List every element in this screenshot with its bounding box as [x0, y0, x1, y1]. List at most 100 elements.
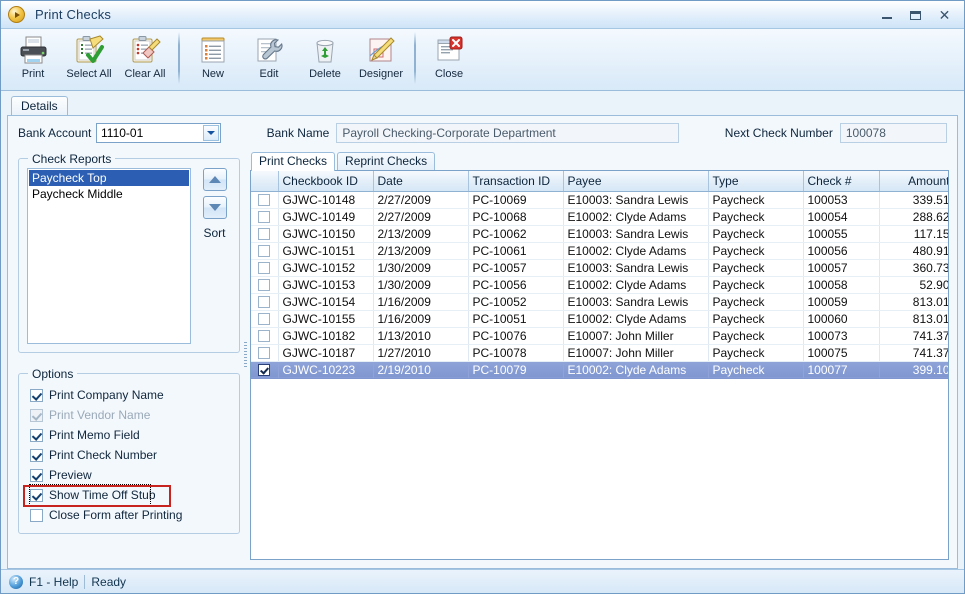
cell-payee: E10002: Clyde Adams — [563, 361, 708, 378]
help-hint[interactable]: F1 - Help — [29, 575, 78, 589]
clear-all-button[interactable]: Clear All — [117, 32, 173, 88]
question-mark-icon: ? — [9, 575, 23, 589]
column-header-date[interactable]: Date — [373, 171, 468, 191]
table-row[interactable]: GJWC-101871/27/2010PC-10078E10007: John … — [251, 344, 949, 361]
option-print-company-name[interactable]: Print Company Name — [30, 385, 231, 405]
option-show-time-off-stub[interactable]: Show Time Off Stub — [30, 485, 150, 505]
table-row[interactable]: GJWC-101541/16/2009PC-10052E10003: Sandr… — [251, 293, 949, 310]
tab-print-checks[interactable]: Print Checks — [251, 152, 335, 171]
edit-button[interactable]: Edit — [241, 32, 297, 88]
checkbox-icon[interactable] — [258, 262, 270, 274]
column-header-check_no[interactable]: Check # — [803, 171, 879, 191]
move-down-button[interactable] — [203, 196, 227, 219]
minimize-button[interactable] — [873, 5, 900, 25]
cell-date: 2/13/2009 — [373, 225, 468, 242]
next-check-number-value: 100078 — [846, 126, 886, 140]
bank-account-select[interactable]: 1110-01 — [96, 123, 221, 143]
list-item-paycheck-middle[interactable]: Paycheck Middle — [29, 186, 189, 202]
row-checkbox-cell[interactable] — [251, 344, 278, 361]
table-row[interactable]: GJWC-101521/30/2009PC-10057E10003: Sandr… — [251, 259, 949, 276]
column-header-checkbook_id[interactable]: Checkbook ID — [278, 171, 373, 191]
check-reports-listbox[interactable]: Paycheck Top Paycheck Middle — [27, 168, 191, 344]
column-header-transaction_id[interactable]: Transaction ID — [468, 171, 563, 191]
checkbox-icon[interactable] — [30, 469, 43, 482]
row-checkbox-cell[interactable] — [251, 242, 278, 259]
row-checkbox-cell[interactable] — [251, 327, 278, 344]
designer-button[interactable]: Designer — [353, 32, 409, 88]
close-window-button-label: Close — [435, 68, 463, 80]
row-checkbox-cell[interactable] — [251, 293, 278, 310]
tab-details-label: Details — [21, 99, 58, 113]
table-row[interactable]: GJWC-101482/27/2009PC-10069E10003: Sandr… — [251, 191, 949, 208]
row-checkbox-cell[interactable] — [251, 276, 278, 293]
checkbox-icon[interactable] — [258, 194, 270, 206]
checkbox-icon[interactable] — [258, 228, 270, 240]
checkbox-icon[interactable] — [258, 347, 270, 359]
row-checkbox-cell[interactable] — [251, 361, 278, 378]
table-row[interactable]: GJWC-101512/13/2009PC-10061E10002: Clyde… — [251, 242, 949, 259]
print-button[interactable]: Print — [5, 32, 61, 88]
option-label: Print Check Number — [49, 448, 157, 462]
print-button-label: Print — [22, 68, 45, 80]
checkbox-icon[interactable] — [258, 245, 270, 257]
column-header-type[interactable]: Type — [708, 171, 803, 191]
tab-reprint-checks[interactable]: Reprint Checks — [337, 152, 435, 170]
maximize-icon — [910, 11, 921, 20]
row-checkbox-cell[interactable] — [251, 259, 278, 276]
cell-amount: 741.37 — [879, 344, 949, 361]
close-window-button[interactable]: Close — [421, 32, 477, 88]
table-row[interactable]: GJWC-101531/30/2009PC-10056E10002: Clyde… — [251, 276, 949, 293]
option-close-form-after-printing[interactable]: Close Form after Printing — [30, 505, 231, 525]
table-row[interactable]: GJWC-101502/13/2009PC-10062E10003: Sandr… — [251, 225, 949, 242]
option-print-memo-field[interactable]: Print Memo Field — [30, 425, 231, 445]
delete-button[interactable]: Delete — [297, 32, 353, 88]
maximize-button[interactable] — [902, 5, 929, 25]
checkbox-icon[interactable] — [30, 509, 43, 522]
select-all-button[interactable]: Select All — [61, 32, 117, 88]
bank-name-field[interactable]: Payroll Checking-Corporate Department — [336, 123, 678, 143]
table-row[interactable]: GJWC-102232/19/2010PC-10079E10002: Clyde… — [251, 361, 949, 378]
checkbox-icon[interactable] — [30, 389, 43, 402]
cell-amount: 480.91 — [879, 242, 949, 259]
cell-transaction_id: PC-10076 — [468, 327, 563, 344]
checkbox-icon[interactable] — [258, 330, 270, 342]
table-row[interactable]: GJWC-101551/16/2009PC-10051E10002: Clyde… — [251, 310, 949, 327]
checkbox-icon[interactable] — [30, 429, 43, 442]
column-header-check[interactable] — [251, 171, 278, 191]
checkbox-icon[interactable] — [30, 449, 43, 462]
cell-amount: 813.01 — [879, 310, 949, 327]
list-item-paycheck-top[interactable]: Paycheck Top — [29, 170, 189, 186]
cell-date: 2/13/2009 — [373, 242, 468, 259]
cell-date: 1/16/2009 — [373, 310, 468, 327]
table-row[interactable]: GJWC-101492/27/2009PC-10068E10002: Clyde… — [251, 208, 949, 225]
chevron-down-icon[interactable] — [203, 125, 219, 141]
column-header-amount[interactable]: Amount — [879, 171, 949, 191]
list-item-label: Paycheck Middle — [32, 187, 123, 201]
row-checkbox-cell[interactable] — [251, 310, 278, 327]
checks-grid[interactable]: Checkbook IDDateTransaction IDPayeeTypeC… — [250, 170, 949, 560]
cell-checkbook_id: GJWC-10223 — [278, 361, 373, 378]
option-preview[interactable]: Preview — [30, 465, 231, 485]
checkbox-icon[interactable] — [258, 211, 270, 223]
option-print-check-number[interactable]: Print Check Number — [30, 445, 231, 465]
checkbox-icon[interactable] — [258, 279, 270, 291]
details-panel: Bank Account 1110-01 Bank Name Payroll C… — [7, 115, 958, 569]
check-reports-title: Check Reports — [28, 152, 115, 166]
row-checkbox-cell[interactable] — [251, 208, 278, 225]
new-button[interactable]: New — [185, 32, 241, 88]
move-up-button[interactable] — [203, 168, 227, 191]
checkbox-icon[interactable] — [258, 296, 270, 308]
next-check-number-field[interactable]: 100078 — [840, 123, 947, 143]
close-button[interactable]: ✕ — [931, 5, 958, 25]
table-row[interactable]: GJWC-101821/13/2010PC-10076E10007: John … — [251, 327, 949, 344]
panel-splitter[interactable] — [240, 150, 250, 560]
tab-details[interactable]: Details — [11, 96, 68, 115]
column-header-payee[interactable]: Payee — [563, 171, 708, 191]
row-checkbox-cell[interactable] — [251, 225, 278, 242]
checkbox-icon[interactable] — [258, 364, 270, 376]
row-checkbox-cell[interactable] — [251, 191, 278, 208]
checkbox-icon[interactable] — [258, 313, 270, 325]
checkbox-icon[interactable] — [30, 489, 43, 502]
new-button-label: New — [202, 68, 224, 80]
cell-checkbook_id: GJWC-10148 — [278, 191, 373, 208]
